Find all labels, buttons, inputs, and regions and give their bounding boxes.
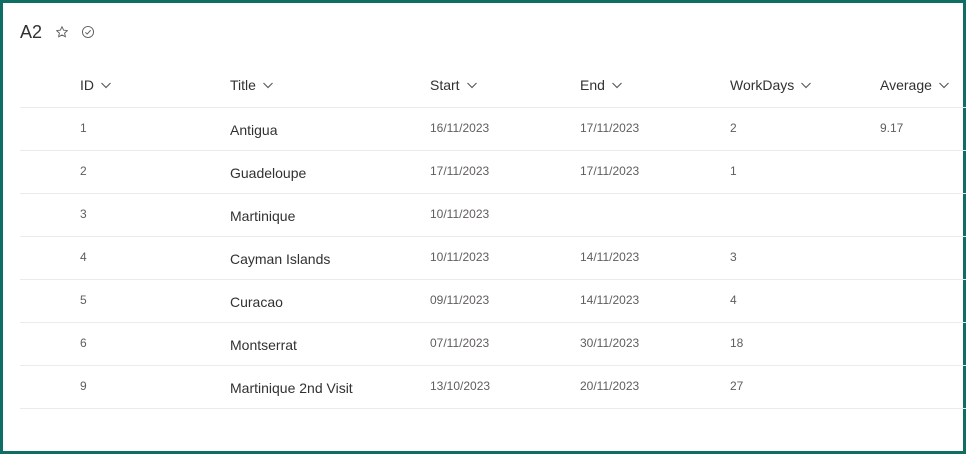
page-title: A2	[20, 21, 43, 42]
cell-title[interactable]: Cayman Islands	[230, 251, 330, 267]
cell-id: 1	[80, 121, 87, 135]
cell-start: 10/11/2023	[430, 207, 490, 221]
cell-id: 9	[80, 379, 87, 393]
column-header-label: End	[580, 77, 605, 93]
cell-workdays: 27	[730, 379, 744, 393]
column-header-average[interactable]: Average	[880, 77, 950, 93]
column-header-id[interactable]: ID	[80, 77, 112, 93]
column-header-end[interactable]: End	[580, 77, 623, 93]
cell-start: 09/11/2023	[430, 293, 490, 307]
column-header-label: Start	[430, 77, 460, 93]
column-header-label: WorkDays	[730, 77, 795, 93]
cell-workdays: 1	[730, 164, 737, 178]
chevron-down-icon	[611, 79, 623, 91]
table-row[interactable]: 1 Antigua 16/11/2023 17/11/2023 2 9.17	[20, 108, 966, 151]
cell-title[interactable]: Montserrat	[230, 337, 297, 353]
column-header-label: Title	[230, 77, 256, 93]
cell-workdays: 18	[730, 336, 744, 350]
cell-end: 17/11/2023	[580, 164, 640, 178]
star-outline-icon[interactable]	[54, 24, 70, 40]
cell-end: 30/11/2023	[580, 336, 640, 350]
table-row[interactable]: 5 Curacao 09/11/2023 14/11/2023 4	[20, 280, 966, 323]
cell-workdays: 2	[730, 121, 737, 135]
cell-start: 16/11/2023	[430, 121, 490, 135]
cell-end: 20/11/2023	[580, 379, 640, 393]
cell-workdays: 4	[730, 293, 737, 307]
cell-average: 9.17	[880, 121, 904, 135]
cell-end: 14/11/2023	[580, 293, 640, 307]
chevron-down-icon	[800, 79, 812, 91]
cell-title[interactable]: Martinique	[230, 208, 295, 224]
cell-title[interactable]: Curacao	[230, 294, 283, 310]
table-row[interactable]: 2 Guadeloupe 17/11/2023 17/11/2023 1	[20, 151, 966, 194]
column-header-label: Average	[880, 77, 932, 93]
table-row[interactable]: 6 Montserrat 07/11/2023 30/11/2023 18	[20, 323, 966, 366]
column-header-title[interactable]: Title	[230, 77, 274, 93]
cell-id: 6	[80, 336, 87, 350]
cell-title[interactable]: Antigua	[230, 122, 277, 138]
list-rows: 1 Antigua 16/11/2023 17/11/2023 2 9.17 2…	[20, 108, 966, 409]
cell-start: 17/11/2023	[430, 164, 490, 178]
column-header-row: ID Title Start End WorkDays Average	[20, 65, 966, 108]
check-circle-icon[interactable]	[80, 24, 96, 40]
cell-title[interactable]: Martinique 2nd Visit	[230, 380, 353, 396]
table-row[interactable]: 3 Martinique 10/11/2023	[20, 194, 966, 237]
cell-start: 13/10/2023	[430, 379, 491, 393]
chevron-down-icon	[466, 79, 478, 91]
list-header: A2	[20, 20, 106, 44]
table-row[interactable]: 4 Cayman Islands 10/11/2023 14/11/2023 3	[20, 237, 966, 280]
chevron-down-icon	[262, 79, 274, 91]
cell-id: 5	[80, 293, 87, 307]
table-row[interactable]: 9 Martinique 2nd Visit 13/10/2023 20/11/…	[20, 366, 966, 409]
cell-end: 17/11/2023	[580, 121, 640, 135]
window-frame: A2 ID Title Start End WorkDays Average 1…	[0, 0, 966, 454]
cell-id: 4	[80, 250, 87, 264]
cell-end: 14/11/2023	[580, 250, 640, 264]
cell-workdays: 3	[730, 250, 737, 264]
column-header-start[interactable]: Start	[430, 77, 478, 93]
column-header-workdays[interactable]: WorkDays	[730, 77, 812, 93]
cell-id: 2	[80, 164, 87, 178]
cell-start: 10/11/2023	[430, 250, 490, 264]
cell-start: 07/11/2023	[430, 336, 490, 350]
cell-id: 3	[80, 207, 87, 221]
column-header-label: ID	[80, 77, 94, 93]
cell-title[interactable]: Guadeloupe	[230, 165, 306, 181]
chevron-down-icon	[100, 79, 112, 91]
chevron-down-icon	[938, 79, 950, 91]
